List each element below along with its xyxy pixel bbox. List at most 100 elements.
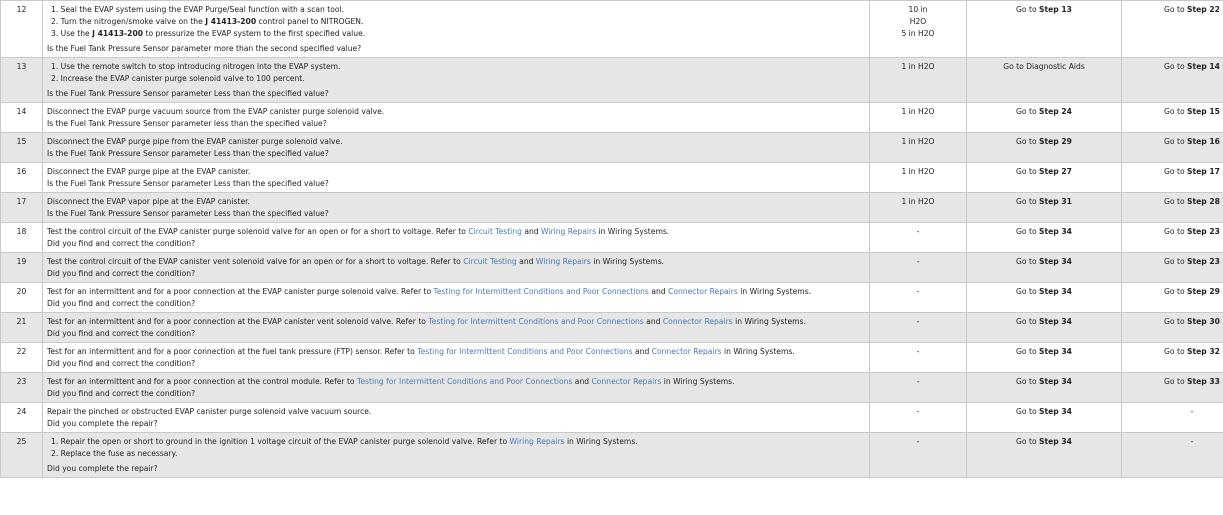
- reference-link[interactable]: Connector Repairs: [652, 347, 722, 356]
- step-question: Is the Fuel Tank Pressure Sensor paramet…: [47, 149, 329, 158]
- instruction-text-part: in Wiring Systems.: [661, 377, 735, 386]
- no-action: Go to Step 23: [1121, 252, 1223, 283]
- step-number: 14: [0, 102, 43, 133]
- step-link[interactable]: Step 28: [1187, 197, 1220, 206]
- step-link[interactable]: Step 34: [1039, 437, 1072, 446]
- reference-link[interactable]: Wiring Repairs: [510, 437, 565, 446]
- no-action: Go to Step 29: [1121, 282, 1223, 313]
- yes-action: Go to Step 13: [966, 0, 1122, 58]
- no-action-text: Go to: [1164, 347, 1188, 356]
- no-action-text: Go to: [1164, 287, 1188, 296]
- instruction-text-part: in Wiring Systems.: [732, 317, 806, 326]
- no-action-text: Go to: [1164, 227, 1188, 236]
- step-link[interactable]: Step 34: [1039, 287, 1072, 296]
- step-link[interactable]: Step 34: [1039, 317, 1072, 326]
- no-action: Go to Step 16: [1121, 132, 1223, 163]
- reference-link[interactable]: Wiring Repairs: [536, 257, 591, 266]
- reference-link[interactable]: Testing for Intermittent Conditions and …: [417, 347, 632, 356]
- instruction-item: 3. Use the J 41413-200 to pressurize the…: [47, 28, 865, 40]
- step-row: 17 Disconnect the EVAP vapor pipe at the …: [0, 192, 1223, 223]
- no-action: Go to Step 30: [1121, 312, 1223, 343]
- step-link[interactable]: Step 14: [1187, 62, 1220, 71]
- reference-link[interactable]: Testing for Intermittent Conditions and …: [428, 317, 643, 326]
- step-number: 22: [0, 342, 43, 373]
- tool-name: J 41413-200: [92, 29, 144, 38]
- reference-link[interactable]: Connector Repairs: [592, 377, 662, 386]
- step-link[interactable]: Step 34: [1039, 377, 1072, 386]
- instruction-text: Test for an intermittent and for a poor …: [47, 376, 865, 388]
- specified-value: 1 in H2O: [901, 137, 935, 146]
- step-action: Test for an intermittent and for a poor …: [42, 372, 870, 403]
- specified-value: 1 in H2O: [901, 62, 935, 71]
- step-values: 1 in H2O: [869, 57, 967, 103]
- step-row: 15 Disconnect the EVAP purge pipe from th…: [0, 132, 1223, 163]
- yes-action: Go to Step 34: [966, 312, 1122, 343]
- step-question: Is the Fuel Tank Pressure Sensor paramet…: [47, 44, 362, 53]
- yes-action: Go to Step 34: [966, 282, 1122, 313]
- step-question: Is the Fuel Tank Pressure Sensor paramet…: [47, 209, 329, 218]
- step-link[interactable]: Step 33: [1187, 377, 1220, 386]
- step-link[interactable]: Step 27: [1039, 167, 1072, 176]
- reference-link[interactable]: Circuit Testing: [463, 257, 517, 266]
- step-link[interactable]: Step 22: [1187, 5, 1220, 14]
- step-link[interactable]: Step 17: [1187, 167, 1220, 176]
- step-number: 23: [0, 372, 43, 403]
- no-action: -: [1121, 402, 1223, 433]
- step-values: 1 in H2O: [869, 102, 967, 133]
- specified-value: 1 in H2O: [901, 167, 935, 176]
- instruction-item: 1. Repair the open or short to ground in…: [47, 436, 865, 448]
- step-link[interactable]: Step 30: [1187, 317, 1220, 326]
- instruction-text: to pressurize the EVAP system to the fir…: [143, 29, 366, 38]
- instruction-text-part: Test for an intermittent and for a poor …: [47, 377, 357, 386]
- step-link[interactable]: Step 23: [1187, 257, 1220, 266]
- step-link[interactable]: Step 29: [1039, 137, 1072, 146]
- step-number: 19: [0, 252, 43, 283]
- reference-link[interactable]: Connector Repairs: [663, 317, 733, 326]
- instruction-item: 2. Increase the EVAP canister purge sole…: [51, 74, 305, 83]
- yes-action-text: Go to: [1016, 347, 1040, 356]
- instruction-text-part: in Wiring Systems.: [590, 257, 665, 266]
- step-action: Repair the pinched or obstructed EVAP ca…: [42, 402, 870, 433]
- no-action-text: Go to: [1164, 257, 1188, 266]
- yes-action-text: Go to: [1016, 137, 1040, 146]
- step-link[interactable]: Step 29: [1187, 287, 1220, 296]
- yes-action: Go to Step 24: [966, 102, 1122, 133]
- specified-value: -: [916, 377, 920, 386]
- instruction-text: Test for an intermittent and for a poor …: [47, 286, 865, 298]
- step-link[interactable]: Step 34: [1039, 347, 1072, 356]
- yes-action-text: Go to: [1016, 197, 1040, 206]
- step-number: 21: [0, 312, 43, 343]
- step-link[interactable]: Step 23: [1187, 227, 1220, 236]
- no-action-text: -: [1190, 407, 1194, 416]
- reference-link[interactable]: Wiring Repairs: [541, 227, 596, 236]
- step-link[interactable]: Step 16: [1187, 137, 1220, 146]
- step-link[interactable]: Step 13: [1039, 5, 1072, 14]
- step-row: 16 Disconnect the EVAP purge pipe at the …: [0, 162, 1223, 193]
- step-row: 13 1. Use the remote switch to stop intro…: [0, 57, 1223, 103]
- instruction-text: Repair the pinched or obstructed EVAP ca…: [47, 407, 372, 416]
- step-row: 18 Test the control circuit of the EVAP c…: [0, 222, 1223, 253]
- yes-action: Go to Step 29: [966, 132, 1122, 163]
- step-link[interactable]: Step 34: [1039, 257, 1072, 266]
- step-link[interactable]: Step 32: [1187, 347, 1220, 356]
- reference-link[interactable]: Circuit Testing: [468, 227, 522, 236]
- step-action: 1. Repair the open or short to ground in…: [42, 432, 870, 478]
- reference-link[interactable]: Testing for Intermittent Conditions and …: [434, 287, 649, 296]
- instruction-text: Disconnect the EVAP purge vacuum source …: [47, 107, 385, 116]
- instruction-text: 1. Repair the open or short to ground in…: [51, 437, 510, 446]
- instruction-text-part: Test for an intermittent and for a poor …: [47, 317, 429, 326]
- step-link[interactable]: Step 15: [1187, 107, 1220, 116]
- no-action-text: Go to: [1164, 197, 1188, 206]
- instruction-text: control panel to NITROGEN.: [256, 17, 364, 26]
- reference-link[interactable]: Testing for Intermittent Conditions and …: [357, 377, 572, 386]
- step-link[interactable]: Step 34: [1039, 407, 1072, 416]
- no-action-text: Go to: [1164, 377, 1188, 386]
- step-values: -: [869, 432, 967, 478]
- step-link[interactable]: Step 31: [1039, 197, 1072, 206]
- step-question: Did you find and correct the condition?: [47, 329, 196, 338]
- step-link[interactable]: Step 34: [1039, 227, 1072, 236]
- step-values: -: [869, 312, 967, 343]
- step-link[interactable]: Step 24: [1039, 107, 1072, 116]
- specified-value: -: [916, 227, 920, 236]
- reference-link[interactable]: Connector Repairs: [668, 287, 738, 296]
